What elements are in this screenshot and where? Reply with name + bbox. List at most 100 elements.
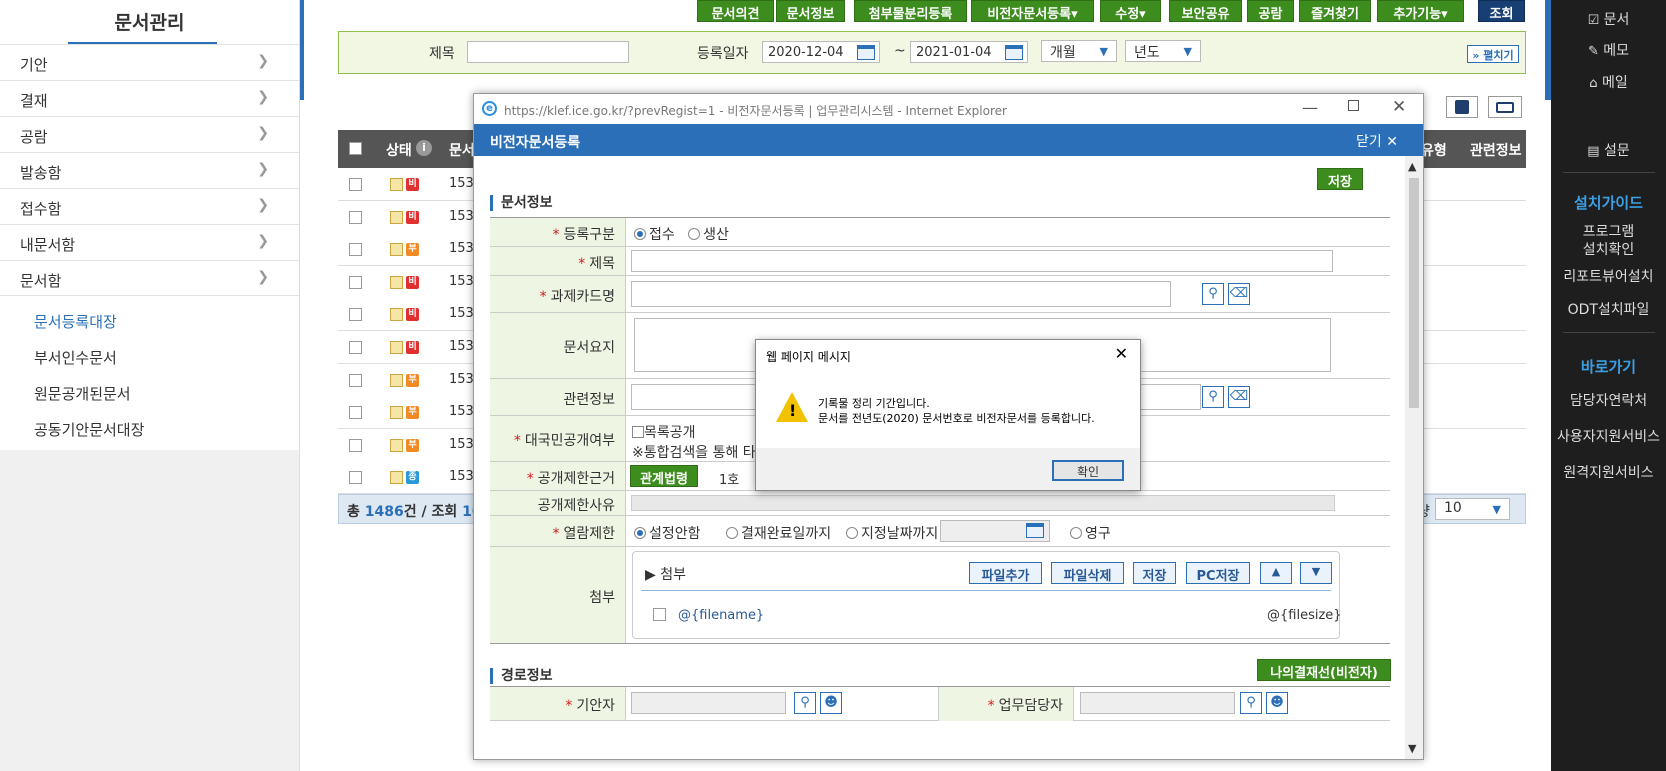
- reg-type-receive-radio[interactable]: 접수: [634, 227, 675, 243]
- row-checkbox[interactable]: [349, 471, 362, 485]
- row-checkbox[interactable]: [349, 178, 362, 191]
- user-support-link[interactable]: 사용자지원서비스: [1551, 426, 1666, 446]
- security-share-button[interactable]: 보안공유: [1169, 0, 1242, 22]
- save-icon[interactable]: [1446, 96, 1478, 118]
- page-size-select[interactable]: 10 ▼: [1435, 498, 1510, 520]
- move-down-icon[interactable]: ▼: [1300, 562, 1332, 584]
- favorites-button[interactable]: 즐겨찾기: [1299, 0, 1371, 22]
- popup-scrollbar[interactable]: ▲ ▼: [1405, 156, 1423, 759]
- doc-number[interactable]: 153: [449, 372, 474, 387]
- select-all-checkbox[interactable]: [349, 142, 362, 155]
- eraser-icon[interactable]: ⌫: [1228, 283, 1250, 305]
- right-item-survey[interactable]: ▤ 설문: [1551, 140, 1666, 160]
- sidebar-item-outbox[interactable]: 발송함 ❯: [0, 152, 299, 188]
- related-law-button[interactable]: 관계법령: [630, 465, 698, 487]
- right-item-mail[interactable]: ⌂ 메일: [1551, 72, 1666, 92]
- close-window-icon[interactable]: ✕: [1392, 97, 1406, 117]
- doc-number[interactable]: 153: [449, 437, 474, 452]
- circulate-button[interactable]: 공람: [1247, 0, 1294, 22]
- search-icon[interactable]: ⚲: [1202, 283, 1224, 305]
- eraser-icon[interactable]: ⌫: [1228, 386, 1250, 408]
- row-checkbox[interactable]: [349, 373, 362, 387]
- scroll-down-icon[interactable]: ▼: [1408, 742, 1416, 755]
- save-file-button[interactable]: 저장: [1133, 562, 1176, 584]
- sidebar-sub-joint-draft[interactable]: 공동기안문서대장: [0, 410, 299, 446]
- title-search-input[interactable]: [467, 41, 629, 63]
- doc-title-input[interactable]: [631, 250, 1333, 272]
- sidebar-sub-register-ledger[interactable]: 문서등록대장: [0, 302, 299, 338]
- minimize-icon[interactable]: —: [1302, 98, 1318, 117]
- period-select[interactable]: 개월 ▼: [1041, 40, 1117, 62]
- limit-item-1[interactable]: 1호: [719, 469, 739, 488]
- nonelectronic-register-button[interactable]: 비전자문서등록▾: [971, 0, 1094, 22]
- ok-button[interactable]: 확인: [1052, 460, 1124, 481]
- search-icon[interactable]: ⚲: [1202, 386, 1224, 408]
- doc-number[interactable]: 153: [449, 469, 474, 484]
- doc-info-button[interactable]: 문서정보: [776, 0, 845, 22]
- info-icon[interactable]: i: [416, 140, 432, 156]
- remote-support-link[interactable]: 원격지원서비스: [1551, 462, 1666, 482]
- save-doc-button[interactable]: 저장: [1317, 168, 1363, 190]
- doc-number[interactable]: 153: [449, 339, 474, 354]
- delete-file-button[interactable]: 파일삭제: [1051, 562, 1124, 584]
- close-button[interactable]: 닫기 ✕: [1356, 131, 1398, 151]
- calendar-icon[interactable]: [857, 45, 875, 60]
- users-icon[interactable]: ☻: [820, 692, 842, 714]
- search-icon[interactable]: ⚲: [1240, 692, 1262, 714]
- doc-number[interactable]: 153: [449, 404, 474, 419]
- sidebar-item-doc-box[interactable]: 문서함 ❯: [0, 260, 299, 296]
- row-checkbox[interactable]: [349, 243, 362, 257]
- doc-number[interactable]: 153: [449, 241, 474, 256]
- view-permanent-radio[interactable]: 영구: [1070, 523, 1111, 543]
- my-approval-line-button[interactable]: 나의결재선(비전자): [1257, 659, 1391, 681]
- install-check[interactable]: 설치확인: [1551, 239, 1666, 259]
- add-file-button[interactable]: 파일추가: [969, 562, 1042, 584]
- sidebar-item-my-docs[interactable]: 내문서함 ❯: [0, 224, 299, 260]
- edit-button[interactable]: 수정▾: [1100, 0, 1161, 22]
- row-checkbox[interactable]: [349, 406, 362, 420]
- sidebar-sub-dept-transfer[interactable]: 부서인수문서: [0, 338, 299, 374]
- users-icon[interactable]: ☻: [1266, 692, 1288, 714]
- drafter-input[interactable]: [631, 692, 786, 714]
- calendar-icon[interactable]: [1026, 523, 1044, 538]
- doc-number[interactable]: 153: [449, 209, 474, 224]
- attach-toggle[interactable]: ▶ 첨부: [645, 564, 686, 584]
- search-icon[interactable]: ⚲: [794, 692, 816, 714]
- row-checkbox[interactable]: [349, 438, 362, 452]
- view-none-radio[interactable]: 설정안함: [634, 523, 701, 543]
- manager-input[interactable]: [1080, 692, 1235, 714]
- file-name-link[interactable]: @{filename}: [678, 608, 764, 623]
- limit-reason-input[interactable]: [631, 495, 1335, 511]
- view-until-date-radio[interactable]: 지정날짜까지: [846, 523, 938, 543]
- sidebar-item-approval[interactable]: 결재 ❯: [0, 80, 299, 116]
- dialog-close-icon[interactable]: ✕: [1115, 344, 1128, 363]
- attach-split-button[interactable]: 첨부물분리등록: [854, 0, 967, 22]
- search-button[interactable]: 조회: [1478, 0, 1525, 22]
- sidebar-item-circulation[interactable]: 공람 ❯: [0, 116, 299, 152]
- sidebar-item-inbox[interactable]: 접수함 ❯: [0, 188, 299, 224]
- pc-save-button[interactable]: PC저장: [1186, 562, 1250, 584]
- right-item-document[interactable]: ☑ 문서: [1551, 9, 1666, 29]
- doc-number[interactable]: 153: [449, 306, 474, 321]
- row-checkbox[interactable]: [349, 341, 362, 354]
- row-checkbox[interactable]: [349, 275, 362, 289]
- year-select[interactable]: 년도 ▼: [1125, 40, 1201, 62]
- print-icon[interactable]: [1488, 96, 1522, 118]
- move-up-icon[interactable]: ▲: [1260, 562, 1292, 584]
- left-collapse-handle[interactable]: [300, 0, 304, 100]
- scroll-up-icon[interactable]: ▲: [1408, 160, 1416, 173]
- expand-button[interactable]: » 펼치기: [1467, 45, 1519, 63]
- more-functions-button[interactable]: 추가기능▾: [1377, 0, 1464, 22]
- maximize-icon[interactable]: [1348, 100, 1359, 111]
- report-viewer-install[interactable]: 리포트뷰어설치: [1551, 266, 1666, 286]
- doc-number[interactable]: 153: [449, 274, 474, 289]
- right-item-memo[interactable]: ✎ 메모: [1551, 40, 1666, 60]
- doc-opinion-button[interactable]: 문서의견: [697, 0, 774, 22]
- sidebar-sub-public-docs[interactable]: 원문공개된문서: [0, 374, 299, 410]
- doc-number[interactable]: 153: [449, 176, 474, 191]
- file-checkbox[interactable]: [653, 608, 666, 621]
- contact-link[interactable]: 담당자연락처: [1551, 390, 1666, 410]
- row-checkbox[interactable]: [349, 210, 362, 224]
- odt-install[interactable]: ODT설치파일: [1551, 299, 1666, 319]
- sidebar-item-draft[interactable]: 기안 ❯: [0, 44, 299, 80]
